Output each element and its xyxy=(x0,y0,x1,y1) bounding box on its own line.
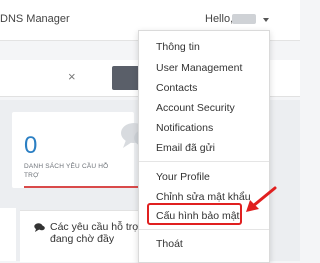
menu-item-sent-emails[interactable]: Email đã gửi xyxy=(156,142,215,154)
menu-item-logout[interactable]: Thoát xyxy=(156,238,183,250)
user-dropdown-menu: Thông tin User Management Contacts Accou… xyxy=(138,30,270,263)
highlight-annotation xyxy=(147,203,242,225)
greeting-text[interactable]: Hello, xyxy=(205,13,233,25)
support-ticket-stat-card[interactable]: 0 DANH SÁCH YÊU CẦU HỖ TRỢ xyxy=(12,112,144,188)
ticket-panel: Các yêu cầu hỗ trợ đang chờ đầy xyxy=(20,210,144,262)
menu-item-user-management[interactable]: User Management xyxy=(156,62,242,74)
menu-item-contacts[interactable]: Contacts xyxy=(156,82,197,94)
menu-item-notifications[interactable]: Notifications xyxy=(156,122,213,134)
menu-item-account-security[interactable]: Account Security xyxy=(156,102,235,114)
menu-divider xyxy=(139,229,269,230)
clear-search-icon[interactable]: × xyxy=(68,69,76,84)
comments-icon xyxy=(34,223,45,232)
caret-down-icon[interactable] xyxy=(263,18,269,22)
menu-item-info[interactable]: Thông tin xyxy=(156,41,200,53)
stat-value: 0 xyxy=(24,132,38,159)
side-panel xyxy=(0,208,16,261)
annotation-arrow-icon xyxy=(246,186,277,212)
menu-divider xyxy=(139,161,269,162)
stat-underline xyxy=(24,186,144,188)
stat-label: DANH SÁCH YÊU CẦU HỖ TRỢ xyxy=(24,163,109,179)
menu-item-your-profile[interactable]: Your Profile xyxy=(156,171,210,183)
app-title[interactable]: DNS Manager xyxy=(0,13,70,25)
username-redacted[interactable] xyxy=(232,14,256,24)
menu-item-change-password[interactable]: Chỉnh sửa mật khẩu xyxy=(156,191,251,203)
